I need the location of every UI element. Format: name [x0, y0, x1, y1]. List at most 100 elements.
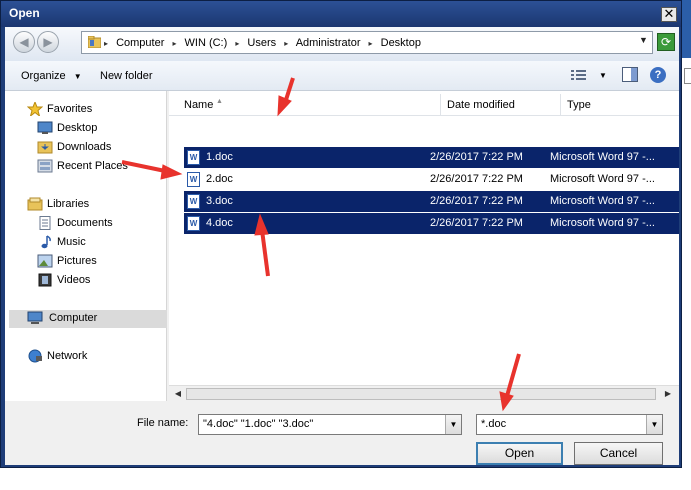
breadcrumb-separator[interactable]: ▸	[104, 39, 108, 48]
file-row-3[interactable]: W 3.doc 2/26/2017 7:22 PM Microsoft Word…	[184, 191, 679, 212]
videos-icon	[38, 273, 52, 287]
computer-icon	[27, 311, 43, 324]
tree-label: Music	[57, 236, 86, 248]
network-icon	[28, 349, 42, 363]
view-options-icon[interactable]	[571, 69, 586, 81]
breadcrumb-desktop[interactable]: Desktop	[381, 37, 421, 49]
tree-network[interactable]: Network	[27, 348, 157, 366]
column-date-label: Date modified	[447, 99, 515, 111]
folder-icon	[88, 36, 101, 48]
file-type: Microsoft Word 97 -...	[550, 217, 655, 229]
forward-button[interactable]: ▶	[37, 31, 59, 53]
file-type: Microsoft Word 97 -...	[550, 173, 655, 185]
chevron-down-icon[interactable]: ▼	[445, 415, 461, 434]
file-date: 2/26/2017 7:22 PM	[430, 217, 523, 229]
tree-label: Pictures	[57, 255, 97, 267]
file-row-1[interactable]: W 1.doc 2/26/2017 7:22 PM Microsoft Word…	[184, 147, 679, 168]
chevron-down-icon: ▼	[73, 72, 82, 81]
address-dropdown-icon[interactable]: ▼	[639, 35, 648, 45]
breadcrumb-computer[interactable]: Computer	[116, 37, 164, 49]
address-bar[interactable]: ▸ Computer ▸ WIN (C:) ▸ Users ▸ Administ…	[81, 31, 653, 54]
file-name-label: File name:	[137, 417, 189, 429]
desktop-icon	[37, 121, 53, 134]
chevron-down-icon[interactable]: ▼	[646, 415, 662, 434]
breadcrumb-drive[interactable]: WIN (C:)	[185, 37, 228, 49]
breadcrumb-separator[interactable]: ▸	[284, 39, 288, 48]
organize-button[interactable]: Organize ▼	[21, 70, 82, 82]
tree-label: Documents	[57, 217, 113, 229]
documents-icon	[39, 216, 51, 230]
tree-item-documents[interactable]: Documents	[37, 215, 157, 233]
help-icon[interactable]: ?	[650, 67, 666, 83]
preview-pane-icon[interactable]	[622, 67, 638, 82]
word-doc-icon: W	[187, 172, 200, 187]
column-name[interactable]: Name ▲	[169, 94, 441, 116]
music-icon	[41, 235, 51, 249]
tree-item-downloads[interactable]: Downloads	[37, 139, 157, 157]
refresh-icon[interactable]: ⟳	[657, 33, 675, 51]
file-type: Microsoft Word 97 -...	[550, 151, 655, 163]
scroll-right-icon[interactable]: ▶	[661, 387, 675, 401]
scroll-left-icon[interactable]: ◀	[171, 387, 185, 401]
column-date-modified[interactable]: Date modified	[441, 94, 561, 116]
column-type[interactable]: Type	[561, 94, 679, 116]
tree-favorites[interactable]: Favorites	[27, 101, 157, 119]
tree-item-videos[interactable]: Videos	[37, 272, 157, 290]
new-folder-button[interactable]: New folder	[100, 70, 153, 82]
file-list: Name ▲ Date modified Type W 1.doc 2/26/2…	[169, 91, 679, 401]
tree-item-music[interactable]: Music	[37, 234, 157, 252]
horizontal-scrollbar[interactable]: ◀ ▶	[169, 385, 679, 402]
open-dialog: Open ✕ ◀ ▶ ▸ Computer ▸ WIN (C:) ▸ Users	[0, 0, 682, 468]
file-row-4[interactable]: W 4.doc 2/26/2017 7:22 PM Microsoft Word…	[184, 213, 679, 234]
file-name-value: "4.doc" "1.doc" "3.doc"	[203, 418, 314, 430]
dialog-client: ◀ ▶ ▸ Computer ▸ WIN (C:) ▸ Users ▸ Admi…	[5, 27, 679, 465]
close-button[interactable]: ✕	[661, 7, 677, 22]
tree-label: Recent Places	[57, 160, 128, 172]
pictures-icon	[37, 254, 53, 268]
tree-item-recent-places[interactable]: Recent Places	[37, 158, 162, 176]
organize-label: Organize	[21, 70, 66, 82]
word-doc-icon: W	[187, 150, 200, 165]
file-date: 2/26/2017 7:22 PM	[430, 195, 523, 207]
breadcrumb-users[interactable]: Users	[247, 37, 276, 49]
column-header: Name ▲ Date modified Type	[169, 94, 679, 116]
cancel-button[interactable]: Cancel	[574, 442, 663, 465]
tree-label: Favorites	[47, 103, 93, 115]
tree-label: Network	[47, 350, 88, 362]
tree-label: Downloads	[57, 141, 112, 153]
tree-computer[interactable]: Computer	[9, 310, 167, 328]
column-type-label: Type	[567, 99, 591, 111]
breadcrumb-separator[interactable]: ▸	[172, 39, 176, 48]
window-title: Open	[9, 6, 40, 20]
file-date: 2/26/2017 7:22 PM	[430, 173, 523, 185]
navigation-pane: Favorites Desktop Downloads Recent Place…	[5, 91, 167, 401]
title-bar[interactable]: Open ✕	[1, 1, 681, 27]
tree-label: Desktop	[57, 122, 98, 134]
star-icon	[27, 102, 43, 116]
word-doc-icon: W	[187, 216, 200, 231]
file-row-2[interactable]: W 2.doc 2/26/2017 7:22 PM Microsoft Word…	[184, 169, 679, 190]
libraries-icon	[27, 197, 43, 211]
word-doc-icon: W	[187, 194, 200, 209]
command-toolbar: Organize ▼ New folder ▼ ?	[5, 61, 679, 91]
tree-item-desktop[interactable]: Desktop	[37, 120, 157, 138]
scrollbar-thumb[interactable]	[186, 388, 656, 400]
background-window-control	[684, 68, 691, 84]
view-dropdown-icon[interactable]: ▼	[599, 71, 607, 80]
tree-libraries[interactable]: Libraries	[27, 196, 157, 214]
file-name: 3.doc	[206, 195, 233, 207]
file-name: 2.doc	[206, 173, 233, 185]
tree-item-pictures[interactable]: Pictures	[37, 253, 157, 271]
file-name-input[interactable]: "4.doc" "1.doc" "3.doc" ▼	[198, 414, 462, 435]
back-button[interactable]: ◀	[13, 31, 35, 53]
file-type-filter-value: *.doc	[481, 418, 507, 430]
file-type: Microsoft Word 97 -...	[550, 195, 655, 207]
open-button[interactable]: Open	[476, 442, 563, 465]
background-window-edge	[682, 0, 691, 490]
breadcrumb: ▸ Computer ▸ WIN (C:) ▸ Users ▸ Administ…	[104, 37, 426, 49]
breadcrumb-separator[interactable]: ▸	[369, 39, 373, 48]
file-type-filter[interactable]: *.doc ▼	[476, 414, 663, 435]
tree-label: Videos	[57, 274, 91, 286]
breadcrumb-separator[interactable]: ▸	[235, 39, 239, 48]
breadcrumb-administrator[interactable]: Administrator	[296, 37, 361, 49]
